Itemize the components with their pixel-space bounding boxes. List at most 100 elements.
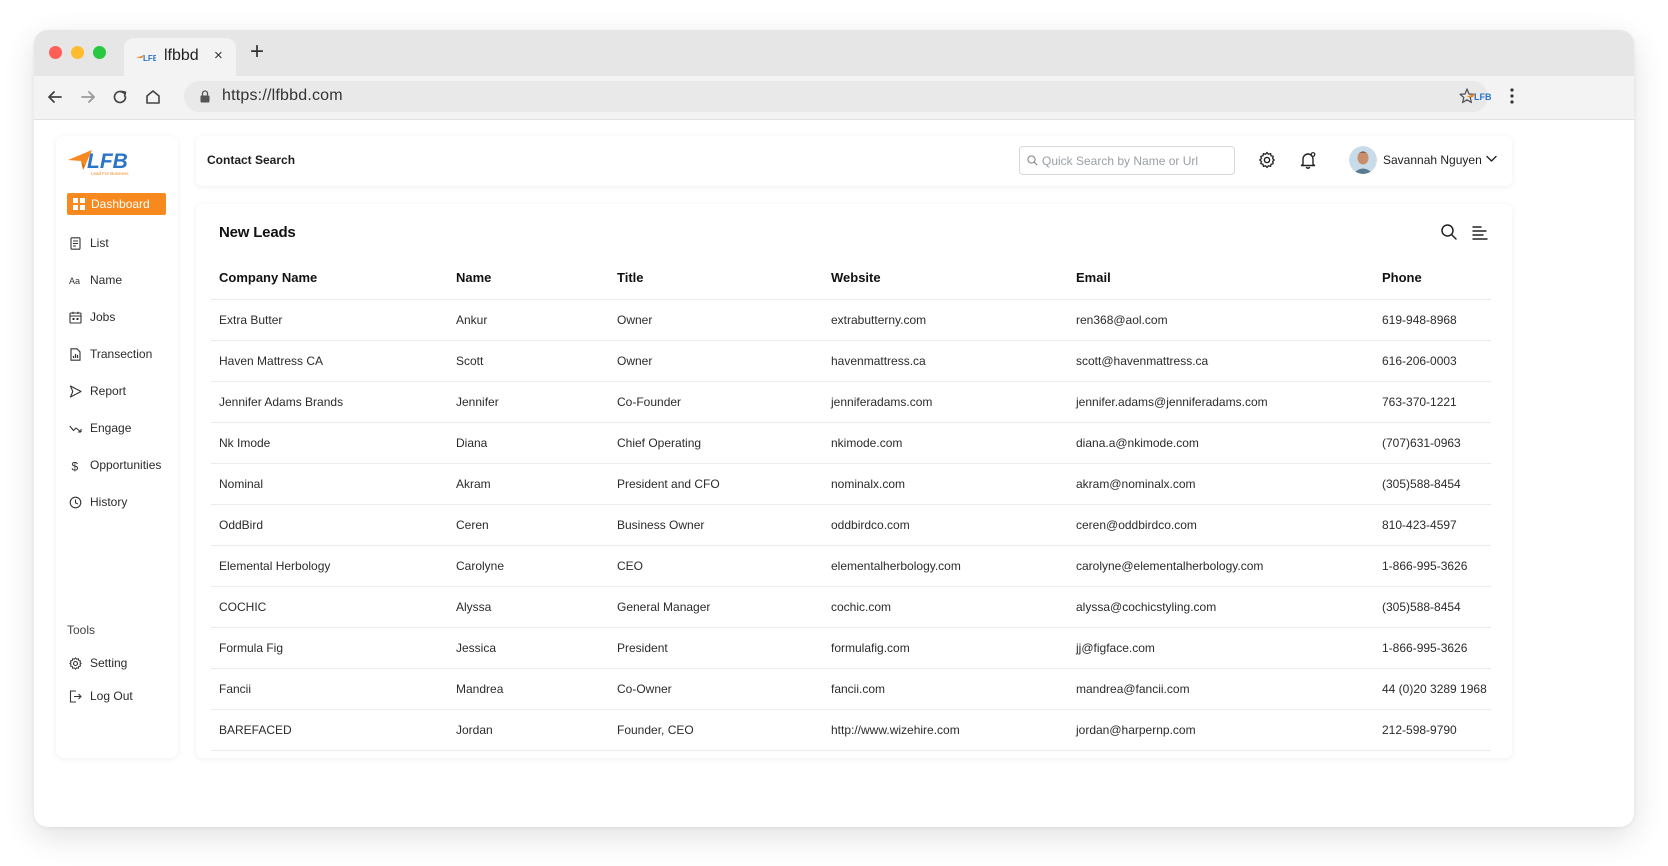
reload-icon[interactable] [109, 86, 131, 108]
close-window-button[interactable] [49, 46, 62, 59]
column-header-email[interactable]: Email [1068, 256, 1374, 300]
dollar-icon: $ [72, 459, 79, 472]
name-cell: Jessica [448, 627, 609, 669]
column-header-name[interactable]: Name [448, 256, 609, 300]
website-cell[interactable]: formulafig.com [823, 627, 1068, 669]
sidebar-item-engage[interactable]: Engage [69, 419, 131, 437]
title-cell: Co-Founder [609, 381, 823, 423]
website-cell[interactable]: fancii.com [823, 668, 1068, 710]
url-text[interactable]: https://lfbbd.com [222, 87, 343, 105]
back-arrow-icon[interactable] [44, 86, 66, 108]
email-cell[interactable]: diana.a@nkimode.com [1068, 422, 1374, 464]
name-cell: Jordan [448, 709, 609, 751]
new-tab-button[interactable]: + [250, 38, 264, 66]
sidebar-item-label: Log Out [90, 689, 133, 703]
email-cell[interactable]: jennifer.adams@jenniferadams.com [1068, 381, 1374, 423]
title-cell: CEO [609, 545, 823, 587]
sidebar-item-history[interactable]: History [69, 493, 127, 511]
title-cell: Owner [609, 299, 823, 341]
phone-cell: 619-948-8968 [1374, 299, 1491, 341]
tab-close-icon[interactable]: × [214, 47, 223, 64]
company-cell: Nk Imode [211, 422, 448, 464]
quick-search[interactable] [1019, 146, 1235, 175]
sidebar-item-transection[interactable]: Transection [69, 345, 152, 363]
filter-lines-icon[interactable] [1471, 223, 1489, 241]
email-cell[interactable]: carolyne@elementalherbology.com [1068, 545, 1374, 587]
sidebar-item-report[interactable]: Report [69, 382, 126, 400]
chevron-down-icon[interactable] [1486, 155, 1497, 163]
svg-text:Aa: Aa [69, 276, 80, 286]
sidebar-item-setting[interactable]: Setting [69, 654, 127, 672]
sidebar-item-logout[interactable]: Log Out [69, 687, 133, 705]
email-cell[interactable]: ceren@oddbirdco.com [1068, 504, 1374, 546]
logout-icon [69, 689, 82, 703]
notification-bell-icon[interactable] [1299, 151, 1317, 169]
email-cell[interactable]: alyssa@cochicstyling.com [1068, 586, 1374, 628]
search-icon[interactable] [1440, 223, 1458, 241]
table-row[interactable]: Fancii Mandrea Co-Owner fancii.com mandrea@f… [211, 668, 1491, 710]
email-cell[interactable]: scott@havenmattress.ca [1068, 340, 1374, 382]
sidebar-item-dashboard[interactable]: Dashboard [67, 193, 166, 215]
phone-cell: 44 (0)20 3289 1968 [1374, 668, 1491, 710]
email-cell[interactable]: akram@nominalx.com [1068, 463, 1374, 505]
svg-text:LFB: LFB [87, 150, 128, 173]
website-cell[interactable]: elementalherbology.com [823, 545, 1068, 587]
phone-cell: (305)588-8454 [1374, 586, 1491, 628]
search-input[interactable] [1042, 151, 1228, 170]
website-cell[interactable]: nkimode.com [823, 422, 1068, 464]
user-name[interactable]: Savannah Nguyen [1383, 153, 1482, 167]
sidebar-item-opportunities[interactable]: $ Opportunities [69, 456, 162, 474]
lock-icon [200, 90, 210, 103]
table-row[interactable]: Nk Imode Diana Chief Operating nkimode.com d… [211, 422, 1491, 464]
website-cell[interactable]: extrabutterny.com [823, 299, 1068, 341]
sidebar-item-list[interactable]: List [69, 234, 109, 252]
table-row[interactable]: Nominal Akram President and CFO nominalx.co… [211, 463, 1491, 505]
website-cell[interactable]: cochic.com [823, 586, 1068, 628]
table-row[interactable]: Haven Mattress CA Scott Owner havenmattress… [211, 340, 1491, 382]
email-cell[interactable]: ren368@aol.com [1068, 299, 1374, 341]
calendar-icon [69, 311, 82, 324]
avatar[interactable] [1349, 146, 1377, 174]
table-row[interactable]: Jennifer Adams Brands Jennifer Co-Founder j… [211, 381, 1491, 423]
sidebar-item-name[interactable]: Aa Name [69, 271, 122, 289]
website-cell[interactable]: http://www.wizehire.com [823, 709, 1068, 751]
title-cell: General Manager [609, 586, 823, 628]
company-cell: Haven Mattress CA [211, 340, 448, 382]
table-row[interactable]: Formula Fig Jessica President formulafig.co… [211, 627, 1491, 669]
table-row[interactable]: COCHIC Alyssa General Manager cochic.com aly… [211, 586, 1491, 628]
trend-icon [69, 425, 82, 433]
browser-tab[interactable]: LFB lfbbd × [124, 38, 236, 76]
title-cell: Founder, CEO [609, 709, 823, 751]
history-icon [69, 496, 82, 508]
url-field[interactable]: https://lfbbd.com [184, 81, 1488, 112]
forward-arrow-icon[interactable] [77, 86, 99, 108]
column-header-phone[interactable]: Phone [1374, 256, 1491, 300]
table-row[interactable]: Elemental Herbology Carolyne CEO elementalh… [211, 545, 1491, 587]
company-cell: OddBird [211, 504, 448, 546]
sidebar-item-label: Engage [90, 421, 132, 435]
column-header-website[interactable]: Website [823, 256, 1068, 300]
lfb-logo[interactable]: LFB Lead For Business [66, 144, 136, 178]
home-icon[interactable] [142, 86, 164, 108]
table-row[interactable]: BAREFACED Jordan Founder, CEO http://www.wi… [211, 709, 1491, 751]
company-cell: Extra Butter [211, 299, 448, 341]
email-cell[interactable]: mandrea@fancii.com [1068, 668, 1374, 710]
email-cell[interactable]: jj@figface.com [1068, 627, 1374, 669]
table-row[interactable]: OddBird Ceren Business Owner oddbirdco.com c… [211, 504, 1491, 546]
minimize-window-button[interactable] [71, 46, 84, 59]
settings-gear-icon[interactable] [1258, 151, 1276, 169]
website-cell[interactable]: oddbirdco.com [823, 504, 1068, 546]
email-cell[interactable]: jordan@harpernp.com [1068, 709, 1374, 751]
sidebar-item-label: Dashboard [91, 197, 150, 211]
lfb-extension-icon[interactable]: LFB [1466, 89, 1492, 103]
maximize-window-button[interactable] [93, 46, 106, 59]
website-cell[interactable]: jenniferadams.com [823, 381, 1068, 423]
column-header-title[interactable]: Title [609, 256, 823, 300]
browser-menu-icon[interactable] [1510, 87, 1514, 105]
sidebar-item-label: Setting [90, 656, 128, 670]
column-header-company[interactable]: Company Name [211, 256, 448, 300]
website-cell[interactable]: havenmattress.ca [823, 340, 1068, 382]
sidebar-item-jobs[interactable]: Jobs [69, 308, 115, 326]
table-row[interactable]: Extra Butter Ankur Owner extrabutterny.com r… [211, 299, 1491, 341]
website-cell[interactable]: nominalx.com [823, 463, 1068, 505]
